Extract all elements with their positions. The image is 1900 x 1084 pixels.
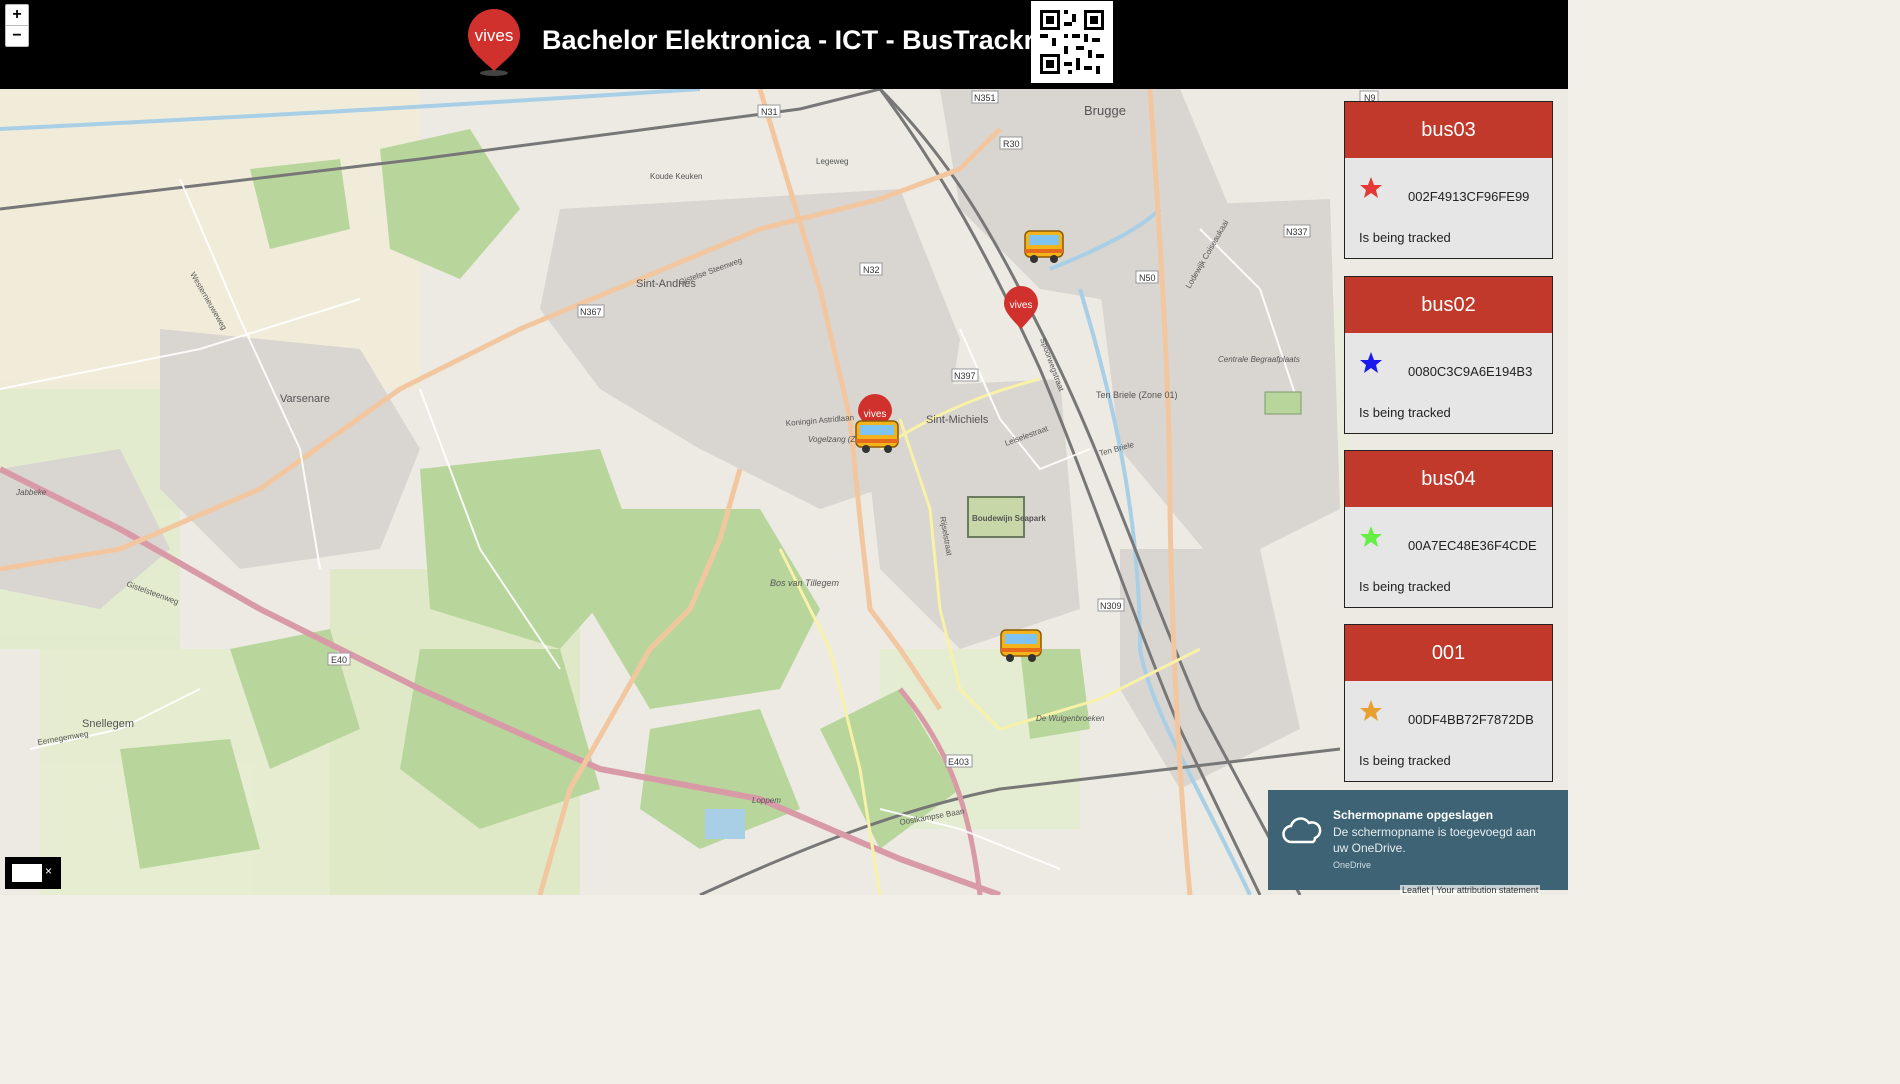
place-label: Boudewijn Seapark: [972, 514, 1046, 523]
road-shield: E403: [945, 754, 973, 768]
road-shield: E40: [327, 652, 351, 666]
star-icon: [1360, 526, 1382, 547]
notification-source: OneDrive: [1333, 860, 1372, 870]
zoom-in-button[interactable]: +: [5, 4, 29, 26]
road-shield: N31: [757, 104, 781, 118]
street-label: Legeweg: [816, 157, 848, 166]
layer-control[interactable]: ×: [5, 857, 61, 889]
svg-text:E403: E403: [948, 757, 969, 767]
bus-name: 001: [1345, 625, 1552, 681]
place-label: Bos van Tillegem: [770, 578, 839, 588]
road-shield: N397: [951, 368, 979, 382]
place-label: Koude Keuken: [650, 172, 703, 181]
svg-text:N50: N50: [1139, 273, 1156, 283]
svg-text:N337: N337: [1286, 227, 1308, 237]
svg-text:N31: N31: [761, 107, 778, 117]
road-shield: N50: [1135, 270, 1159, 284]
map-tiles: Brugge Sint-Andries Varsenare Sint-Michi…: [0, 89, 1568, 895]
road-shield: N32: [859, 262, 883, 276]
zoom-out-button[interactable]: −: [5, 25, 29, 47]
notification-title: Schermopname opgeslagen: [1333, 808, 1494, 822]
road-shield: R30: [999, 136, 1023, 150]
place-label: Jabbeke: [15, 488, 47, 497]
star-icon: [1360, 700, 1382, 721]
svg-text:N351: N351: [974, 93, 996, 103]
bus-status: Is being tracked: [1359, 405, 1451, 420]
star-icon: [1360, 177, 1382, 198]
road-shield: N337: [1283, 224, 1311, 238]
svg-text:E40: E40: [331, 655, 347, 665]
layer-toggle[interactable]: [12, 864, 42, 882]
vives-logo-icon: vives: [468, 9, 520, 76]
bus-card[interactable]: bus04 00A7EC48E36F4CDE Is being tracked: [1344, 450, 1553, 608]
place-label: De Wulgenbroeken: [1036, 714, 1105, 723]
bus-card[interactable]: bus03 002F4913CF96FE99 Is being tracked: [1344, 101, 1553, 259]
bus-card[interactable]: bus02 0080C3C9A6E194B3 Is being tracked: [1344, 276, 1553, 434]
bus-device-id: 00A7EC48E36F4CDE: [1408, 538, 1537, 553]
svg-text:vives: vives: [475, 26, 514, 45]
onedrive-notification[interactable]: Schermopname opgeslagen De schermopname …: [1268, 790, 1568, 890]
bus-status: Is being tracked: [1359, 579, 1451, 594]
place-label: Brugge: [1084, 103, 1126, 118]
qr-code-icon: [1031, 1, 1113, 83]
road-shield: N309: [1097, 598, 1125, 612]
bus-name: bus03: [1345, 102, 1552, 158]
place-label: Sint-Michiels: [926, 414, 989, 426]
close-icon[interactable]: ×: [45, 864, 52, 878]
place-label: Ten Briele (Zone 01): [1096, 390, 1178, 400]
place-label: Centrale Begraafplaats: [1218, 355, 1300, 364]
cloud-icon: [1282, 817, 1322, 844]
place-label: Loppem: [752, 796, 781, 805]
bus-device-id: 0080C3C9A6E194B3: [1408, 364, 1533, 379]
header-bar: vives Bachelor Elektronica - ICT - BusTr…: [0, 0, 1568, 89]
road-shield: N351: [971, 90, 999, 104]
svg-text:N32: N32: [863, 265, 880, 275]
road-shield: N367: [577, 304, 605, 318]
bus-name: bus04: [1345, 451, 1552, 507]
notification-message: De schermopname is toegevoegd aan uw One…: [1333, 825, 1536, 855]
map-canvas[interactable]: Brugge Sint-Andries Varsenare Sint-Michi…: [0, 89, 1568, 895]
place-label: Varsenare: [280, 393, 330, 405]
bus-status: Is being tracked: [1359, 753, 1451, 768]
svg-text:vives: vives: [864, 409, 887, 420]
svg-text:N367: N367: [580, 307, 602, 317]
svg-text:N309: N309: [1100, 601, 1122, 611]
bus-device-id: 00DF4BB72F7872DB: [1408, 712, 1534, 727]
bus-device-id: 002F4913CF96FE99: [1408, 189, 1530, 204]
bus-name: bus02: [1345, 277, 1552, 333]
place-label: Snellegem: [82, 718, 134, 730]
map-attribution[interactable]: Leaflet | Your attribution statement: [1400, 885, 1541, 895]
bus-status: Is being tracked: [1359, 230, 1451, 245]
svg-text:N397: N397: [954, 371, 976, 381]
page-title: Bachelor Elektronica - ICT - BusTrackr: [542, 25, 1035, 55]
bus-card[interactable]: 001 00DF4BB72F7872DB Is being tracked: [1344, 624, 1553, 782]
svg-text:R30: R30: [1003, 139, 1020, 149]
svg-text:vives: vives: [1010, 300, 1033, 311]
star-icon: [1360, 352, 1382, 373]
